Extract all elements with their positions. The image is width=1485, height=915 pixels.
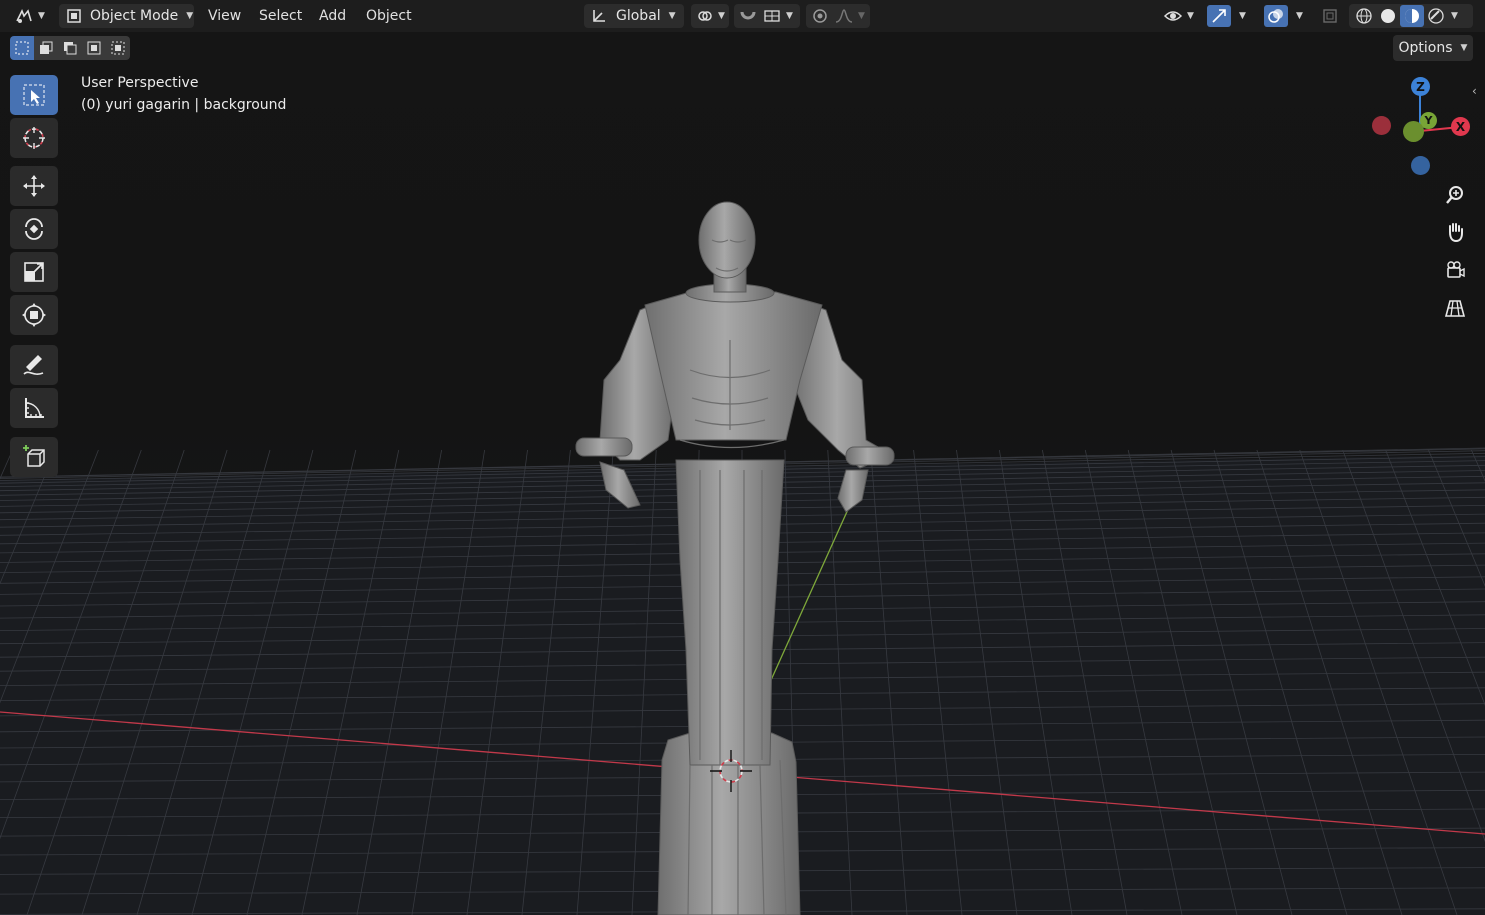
wireframe-shading-icon[interactable]	[1352, 7, 1376, 25]
xray-icon	[1321, 7, 1339, 25]
annotate-tool[interactable]	[10, 345, 58, 385]
chevron-down-icon: ▼	[38, 11, 45, 21]
snap-group[interactable]: ▼	[734, 4, 800, 28]
eye-icon	[1163, 7, 1183, 25]
transform-tool[interactable]	[10, 295, 58, 335]
viewport-scene[interactable]	[0, 0, 1485, 915]
select-subtract-icon[interactable]	[58, 36, 82, 60]
viewport-header: ▼ Object Mode ▼ View Select Add Object G…	[0, 0, 1485, 32]
editor-type-icon	[14, 7, 34, 25]
camera-icon[interactable]	[1441, 256, 1469, 284]
chevron-down-icon: ▼	[1187, 11, 1194, 21]
select-box-icon	[23, 84, 45, 106]
add-cube-icon	[23, 445, 45, 467]
chevron-down-icon: ▼	[186, 11, 194, 21]
ruler-icon	[25, 398, 44, 418]
options-dropdown[interactable]: Options ▼	[1393, 35, 1473, 61]
object-mode-icon	[65, 7, 83, 25]
gizmo-neg-x-axis[interactable]	[1372, 116, 1391, 135]
gizmo-toggle-icon[interactable]	[1207, 5, 1231, 27]
magnet-icon[interactable]	[738, 7, 758, 25]
scale-icon	[24, 262, 44, 282]
chevron-down-icon: ▼	[858, 11, 865, 21]
orientation-axis-icon	[590, 7, 608, 25]
select-extend-icon[interactable]	[34, 36, 58, 60]
add-cube-tool[interactable]	[10, 437, 58, 477]
3d-viewport[interactable]	[0, 0, 1485, 915]
chevron-down-icon: ▼	[1296, 11, 1303, 21]
chevron-down-icon: ▼	[668, 11, 676, 21]
chevron-down-icon: ▼	[718, 11, 725, 21]
view-name-text: User Perspective	[81, 75, 199, 91]
transform-icon	[22, 303, 46, 327]
orientation-label: Global	[616, 8, 661, 24]
menu-select[interactable]: Select	[253, 4, 308, 28]
cursor-tool[interactable]	[10, 118, 58, 158]
xray-toggle[interactable]	[1321, 4, 1343, 28]
menu-view[interactable]: View	[202, 4, 247, 28]
gizmo-x-axis[interactable]: X	[1451, 117, 1470, 136]
menu-add[interactable]: Add	[313, 4, 352, 28]
select-box-tool[interactable]	[10, 75, 58, 115]
proportional-edit-icon[interactable]	[810, 7, 830, 25]
select-invert-icon[interactable]	[82, 36, 106, 60]
pivot-point-dropdown[interactable]: ▼	[691, 4, 729, 28]
shading-group[interactable]: ▼	[1349, 4, 1473, 28]
selection-mode-group	[10, 36, 130, 62]
rotate-tool[interactable]	[10, 209, 58, 249]
overlays-toggle-group[interactable]: ▼	[1264, 4, 1312, 28]
measure-tool[interactable]	[10, 388, 58, 428]
select-intersect-icon[interactable]	[106, 36, 130, 60]
move-tool[interactable]	[10, 166, 58, 206]
zoom-icon[interactable]	[1441, 181, 1469, 209]
move-arrows-icon	[23, 175, 45, 197]
material-preview-icon[interactable]	[1400, 5, 1424, 27]
object-info-text: (0) yuri gagarin | background	[81, 97, 287, 113]
editor-type-button[interactable]: ▼	[14, 4, 50, 28]
select-new-icon[interactable]	[10, 36, 34, 60]
gizmo-neg-z-axis[interactable]	[1411, 156, 1430, 175]
solid-shading-icon[interactable]	[1376, 7, 1400, 25]
chevron-down-icon: ▼	[786, 11, 793, 21]
pencil-icon	[23, 355, 44, 375]
grid-perspective-icon[interactable]	[1441, 294, 1469, 322]
gizmo-neg-y-axis[interactable]	[1403, 121, 1424, 142]
hand-icon[interactable]	[1441, 218, 1469, 246]
snap-increment-icon	[762, 7, 782, 25]
chevron-down-icon: ▼	[1460, 43, 1468, 53]
options-label: Options	[1398, 40, 1453, 56]
proportional-edit-group[interactable]: ▼	[806, 4, 870, 28]
pivot-icon	[696, 7, 714, 25]
chevron-down-icon: ▼	[1239, 11, 1246, 21]
falloff-curve-icon	[834, 7, 854, 25]
rotate-icon	[25, 218, 43, 240]
scale-tool[interactable]	[10, 252, 58, 292]
mode-dropdown[interactable]: Object Mode ▼	[59, 4, 194, 28]
menu-object[interactable]: Object	[360, 4, 418, 28]
mode-label: Object Mode	[90, 8, 179, 24]
orientation-dropdown[interactable]: Global ▼	[584, 4, 684, 28]
gizmo-toggle-group[interactable]: ▼	[1207, 4, 1255, 28]
rendered-shading-icon[interactable]	[1424, 7, 1448, 25]
sidebar-toggle-chevron-icon[interactable]: ‹	[1472, 84, 1477, 98]
cursor-icon	[23, 127, 45, 149]
chevron-down-icon: ▼	[1451, 11, 1458, 21]
gizmo-z-axis[interactable]: Z	[1411, 77, 1430, 96]
object-visibility-dropdown[interactable]: ▼	[1163, 4, 1201, 28]
overlays-icon[interactable]	[1264, 5, 1288, 27]
